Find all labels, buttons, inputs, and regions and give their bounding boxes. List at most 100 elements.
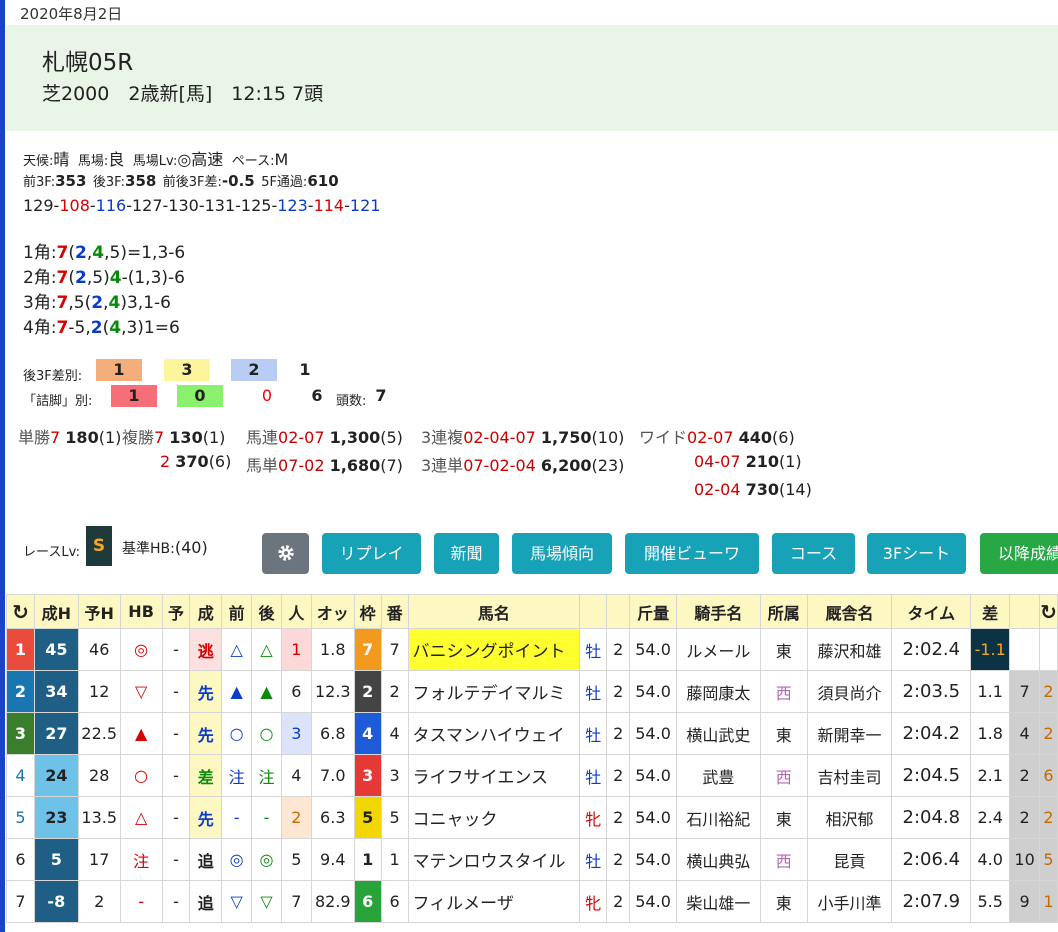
table-row[interactable]: 3 27 22.5 ▲ - 先 ○ ○ 3 6.8 4 4 タスマンハイウェイ牡 2 54.0 横山武史東新開… <box>6 712 1058 755</box>
refresh-icon[interactable]: ↻ <box>6 594 35 629</box>
col-header: オッ <box>310 594 355 629</box>
table-row[interactable]: 1 45 46 ◎ - 逃 △ △ 1 1.8 7 7 バニシングポイント牡 2 54.0 ルメール東藤沢和雄… <box>6 628 1058 671</box>
l3-count-4: 1 <box>299 360 311 379</box>
col-header: 厩舎名 <box>806 594 893 629</box>
cell-time: 2:03.5 <box>891 670 972 713</box>
cell-mae: 注 <box>221 754 253 797</box>
l3-diff-label: 後3F差別: <box>23 369 83 384</box>
cell-time: 2:04.5 <box>891 754 972 797</box>
cell-odds: 6.3 <box>310 796 355 839</box>
cell-age: 2 <box>606 754 631 797</box>
base-hb: 基準HB:(40) <box>122 538 208 557</box>
text-segment: 2 <box>90 318 103 338</box>
cell-seih: 23 <box>33 796 79 839</box>
table-row[interactable]: 7 -8 2- - 追 ▽ ▽ 7 82.9 6 6 フィルメーザ牝 2 54.0 柴山雄一東小手川準 2:0… <box>6 880 1058 923</box>
text-segment: ,5) <box>86 268 110 288</box>
payout-umatan: 馬単07-02 1,680(7) <box>246 456 403 475</box>
cell-hb: ▽ <box>119 670 163 713</box>
table-header: ↻ 成H 予H HB 予成前後人オッ枠番馬名 斤量 騎手名 所属 厩舎名 タイム差 ↻ <box>6 594 1058 629</box>
newspaper-button[interactable]: 新聞 <box>434 533 499 574</box>
cell-x1 <box>1009 628 1041 671</box>
text-segment: -5, <box>68 318 91 338</box>
l3-count-2: 3 <box>164 359 210 381</box>
times-line: 前3F:353 後3F:358 前後3F差:-0.5 5F通過:610 <box>23 172 339 190</box>
text-segment: 7 <box>56 243 69 263</box>
col-header: 予H <box>77 594 121 629</box>
cell-x2: 2 <box>1039 670 1058 713</box>
table-row[interactable]: 5 23 13.5 △ - 先 - -2 6.3 5 5 コニャック牝 2 54.0 石川裕紀東相沢郁 2:0… <box>6 796 1058 839</box>
table-body: 1 45 46 ◎ - 逃 △ △ 1 1.8 7 7 バニシングポイント牡 2 54.0 ルメール東藤沢和雄… <box>6 628 1058 923</box>
cell-kin: 54.0 <box>629 712 678 755</box>
cell-kin: 54.0 <box>629 670 678 713</box>
cell-ato: ◎ <box>251 838 282 881</box>
cell-yoh: 12 <box>77 670 121 713</box>
payout-sanrentan: 3連単07-02-04 6,200(23) <box>421 456 625 475</box>
cell-sei: 追 <box>189 880 223 923</box>
text-segment: ,5( <box>68 293 92 313</box>
meeting-viewer-button[interactable]: 開催ビューワ <box>625 533 759 574</box>
tsume-count-4: 6 <box>311 386 323 405</box>
cell-x2: 2 <box>1039 712 1058 755</box>
settings-button[interactable] <box>262 533 309 574</box>
text-segment: 108 <box>59 196 90 215</box>
text-segment: 2 <box>91 293 104 313</box>
cell-mae: ▽ <box>221 880 253 923</box>
cell-waku: 2 <box>353 670 382 713</box>
race-header: 札幌05R 芝2000 2歳新[馬] 12:15 7頭 <box>6 25 1058 131</box>
cell-hb: ○ <box>119 754 163 797</box>
later-results-button[interactable]: 以降成績 <box>980 533 1058 574</box>
text-segment: 2 <box>75 268 87 288</box>
cell-time: 2:02.4 <box>891 628 972 671</box>
cell-trainer: 藤沢和雄 <box>806 628 893 671</box>
results-table: ↻ 成H 予H HB 予成前後人オッ枠番馬名 斤量 騎手名 所属 厩舎名 タイム差 ↻ 1 45 46 ◎… <box>6 594 1058 923</box>
course-button[interactable]: コース <box>772 533 855 574</box>
cell-ban: 2 <box>380 670 409 713</box>
cell-yo: - <box>161 712 191 755</box>
cell-ban: 7 <box>380 628 409 671</box>
cell-yo: - <box>161 670 191 713</box>
cell-ban: 3 <box>380 754 409 797</box>
cell-sex: 牝 <box>579 796 608 839</box>
cell-aff: 東 <box>759 628 808 671</box>
cell-seih: -8 <box>33 880 79 923</box>
l3-count-3: 2 <box>231 359 277 381</box>
cell-diff: 5.5 <box>970 880 1011 923</box>
cell-waku: 1 <box>353 838 382 881</box>
cell-mae: ◎ <box>221 838 253 881</box>
cell-x1: 10 <box>1009 838 1041 881</box>
cell-yo: - <box>161 880 191 923</box>
cell-diff: 2.4 <box>970 796 1011 839</box>
cell-pop: 3 <box>280 712 312 755</box>
table-row[interactable]: 2 34 12 ▽ - 先 ▲ ▲ 6 12.3 2 2 フォルテデイマルミ牡 2 54.0 藤岡康太西須貝尚… <box>6 670 1058 713</box>
cell-sex: 牡 <box>579 628 608 671</box>
cell-kin: 54.0 <box>629 628 678 671</box>
cell-aff: 東 <box>759 880 808 923</box>
cell-jockey: 横山武史 <box>676 712 761 755</box>
cell-diff: 4.0 <box>970 838 1011 881</box>
col-header: 馬名 <box>407 594 581 629</box>
corner-line: 2角:7(2,5)4-(1,3)-6 <box>23 263 185 288</box>
cell-rank: 5 <box>6 796 35 839</box>
cell-ato: ○ <box>251 712 282 755</box>
col-header: 予 <box>161 594 191 629</box>
replay-button[interactable]: リプレイ <box>322 533 421 574</box>
cell-sei: 逃 <box>189 628 223 671</box>
cell-name: ライフサイエンス <box>407 754 581 797</box>
payout-wide-2: 04-07 210(1) <box>694 452 802 471</box>
table-row[interactable]: 4 24 28 ○ - 差注注 4 7.0 3 3 ライフサイエンス牡 2 54.0 武豊西吉村圭司 2:0… <box>6 754 1058 797</box>
cell-rank: 2 <box>6 670 35 713</box>
track-trend-button[interactable]: 馬場傾向 <box>512 533 612 574</box>
cell-ban: 1 <box>380 838 409 881</box>
cell-aff: 東 <box>759 796 808 839</box>
cell-x2: 2 <box>1039 796 1058 839</box>
col-header: 斤量 <box>629 594 678 629</box>
cell-x1: 2 <box>1009 754 1041 797</box>
3f-sheet-button[interactable]: 3Fシート <box>867 533 966 574</box>
cell-aff: 西 <box>759 670 808 713</box>
cell-waku: 5 <box>353 796 382 839</box>
table-row[interactable]: 6 5 17 注 - 追 ◎ ◎ 5 9.4 1 1 マテンロウスタイル牡 2 54.0 横山典弘西昆貢 2:0… <box>6 838 1058 881</box>
cell-sei: 追 <box>189 838 223 881</box>
text-segment: 129 <box>23 196 54 215</box>
refresh-icon-2[interactable]: ↻ <box>1039 594 1058 629</box>
cell-age: 2 <box>606 796 631 839</box>
